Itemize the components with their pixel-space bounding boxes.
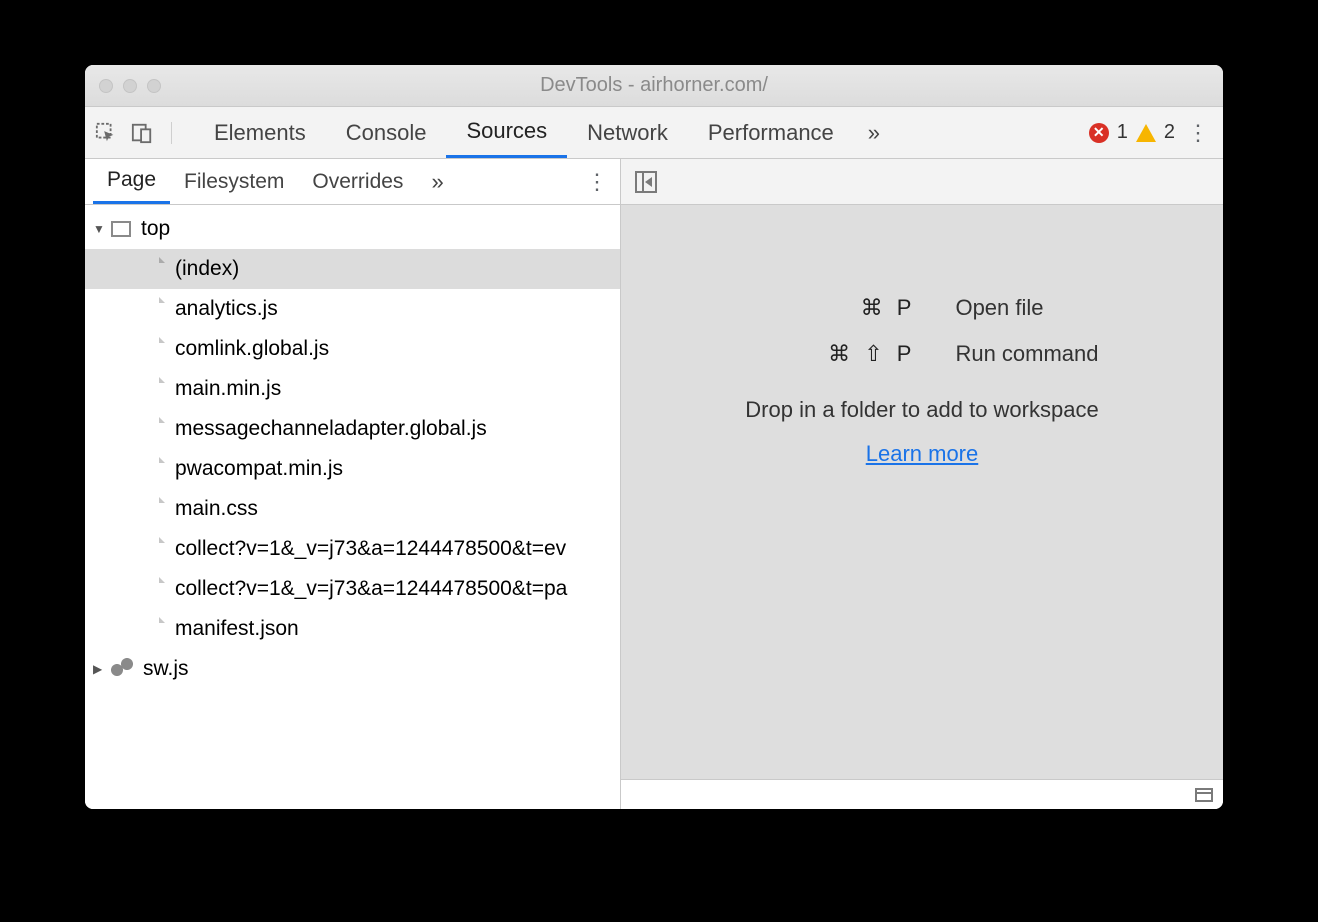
navigator-pane: Page Filesystem Overrides » ⋮ ▼ top (ind… <box>85 159 621 809</box>
issue-counters[interactable]: ✕ 1 2 <box>1089 121 1183 144</box>
file-icon <box>145 537 165 561</box>
file-icon <box>145 337 165 361</box>
editor-pane: ⌘ P Open file ⌘ ⇧ P Run command Drop in … <box>621 159 1223 809</box>
tree-file[interactable]: (index) <box>85 249 620 289</box>
subtab-page[interactable]: Page <box>93 159 170 204</box>
file-label: comlink.global.js <box>175 337 329 361</box>
warning-count: 2 <box>1164 121 1175 144</box>
shortcut-keys: ⌘ ⇧ P <box>745 341 915 367</box>
tree-file[interactable]: manifest.json <box>85 609 620 649</box>
window-traffic-lights <box>99 79 161 93</box>
tree-file[interactable]: comlink.global.js <box>85 329 620 369</box>
tab-sources[interactable]: Sources <box>446 107 567 158</box>
toolbar-icon-group <box>95 122 172 144</box>
editor-tab-strip <box>621 159 1223 205</box>
file-label: analytics.js <box>175 297 278 321</box>
shortcut-text: Run command <box>955 341 1098 367</box>
tree-file[interactable]: collect?v=1&_v=j73&a=1244478500&t=ev <box>85 529 620 569</box>
file-icon <box>145 377 165 401</box>
disclosure-triangle-icon: ▶ <box>93 662 107 676</box>
shortcut-text: Open file <box>955 295 1098 321</box>
file-icon <box>145 577 165 601</box>
tab-elements[interactable]: Elements <box>194 107 326 158</box>
tab-performance[interactable]: Performance <box>688 107 854 158</box>
file-icon <box>145 297 165 321</box>
tree-file[interactable]: messagechanneladapter.global.js <box>85 409 620 449</box>
tab-console[interactable]: Console <box>326 107 447 158</box>
file-icon <box>145 457 165 481</box>
window-zoom-button[interactable] <box>147 79 161 93</box>
tree-file[interactable]: collect?v=1&_v=j73&a=1244478500&t=pa <box>85 569 620 609</box>
window-title: DevTools - airhorner.com/ <box>85 74 1223 97</box>
window-close-button[interactable] <box>99 79 113 93</box>
subtab-filesystem[interactable]: Filesystem <box>170 159 298 204</box>
workspace-drop-hint: Drop in a folder to add to workspace <box>745 397 1098 423</box>
file-label: manifest.json <box>175 617 299 641</box>
window-minimize-button[interactable] <box>123 79 137 93</box>
toggle-device-icon[interactable] <box>131 122 153 144</box>
error-icon: ✕ <box>1089 123 1109 143</box>
file-label: pwacompat.min.js <box>175 457 343 481</box>
file-icon <box>145 257 165 281</box>
file-label: main.css <box>175 497 258 521</box>
collapse-navigator-icon[interactable] <box>635 171 657 193</box>
error-count: 1 <box>1117 121 1128 144</box>
file-icon <box>145 417 165 441</box>
file-label: messagechanneladapter.global.js <box>175 417 487 441</box>
file-icon <box>145 497 165 521</box>
shortcut-hints: ⌘ P Open file ⌘ ⇧ P Run command <box>745 295 1098 367</box>
inspect-element-icon[interactable] <box>95 122 117 144</box>
tree-file[interactable]: main.css <box>85 489 620 529</box>
sources-body: Page Filesystem Overrides » ⋮ ▼ top (ind… <box>85 159 1223 809</box>
tree-file[interactable]: main.min.js <box>85 369 620 409</box>
settings-kebab-icon[interactable]: ⋮ <box>1183 120 1213 146</box>
learn-more-link[interactable]: Learn more <box>866 441 979 467</box>
tree-service-worker[interactable]: ▶ sw.js <box>85 649 620 689</box>
service-worker-icon <box>111 658 133 680</box>
file-label: collect?v=1&_v=j73&a=1244478500&t=ev <box>175 537 566 561</box>
disclosure-triangle-icon: ▼ <box>93 222 107 236</box>
devtools-window: DevTools - airhorner.com/ Elements Conso… <box>85 65 1223 809</box>
file-label: main.min.js <box>175 377 281 401</box>
subtab-overrides[interactable]: Overrides <box>298 159 417 204</box>
tree-root-top[interactable]: ▼ top <box>85 209 620 249</box>
main-tab-strip: Elements Console Sources Network Perform… <box>85 107 1223 159</box>
main-tabs-overflow-icon[interactable]: » <box>854 120 894 146</box>
editor-empty-state: ⌘ P Open file ⌘ ⇧ P Run command Drop in … <box>621 205 1223 779</box>
tree-file[interactable]: analytics.js <box>85 289 620 329</box>
shortcut-keys: ⌘ P <box>745 295 915 321</box>
file-label: (index) <box>175 257 239 281</box>
tree-file[interactable]: pwacompat.min.js <box>85 449 620 489</box>
navigator-kebab-icon[interactable]: ⋮ <box>582 169 612 195</box>
tree-root-label: top <box>141 217 170 241</box>
warning-icon <box>1136 124 1156 142</box>
tree-sw-label: sw.js <box>143 657 189 681</box>
file-tree: ▼ top (index) analytics.js comlink.globa… <box>85 205 620 809</box>
navigator-tabs-overflow-icon[interactable]: » <box>417 169 457 195</box>
show-drawer-icon[interactable] <box>1195 788 1213 802</box>
navigator-tab-strip: Page Filesystem Overrides » ⋮ <box>85 159 620 205</box>
file-label: collect?v=1&_v=j73&a=1244478500&t=pa <box>175 577 567 601</box>
file-icon <box>145 617 165 641</box>
window-titlebar: DevTools - airhorner.com/ <box>85 65 1223 107</box>
editor-footer <box>621 779 1223 809</box>
tab-network[interactable]: Network <box>567 107 688 158</box>
frame-icon <box>111 221 131 237</box>
